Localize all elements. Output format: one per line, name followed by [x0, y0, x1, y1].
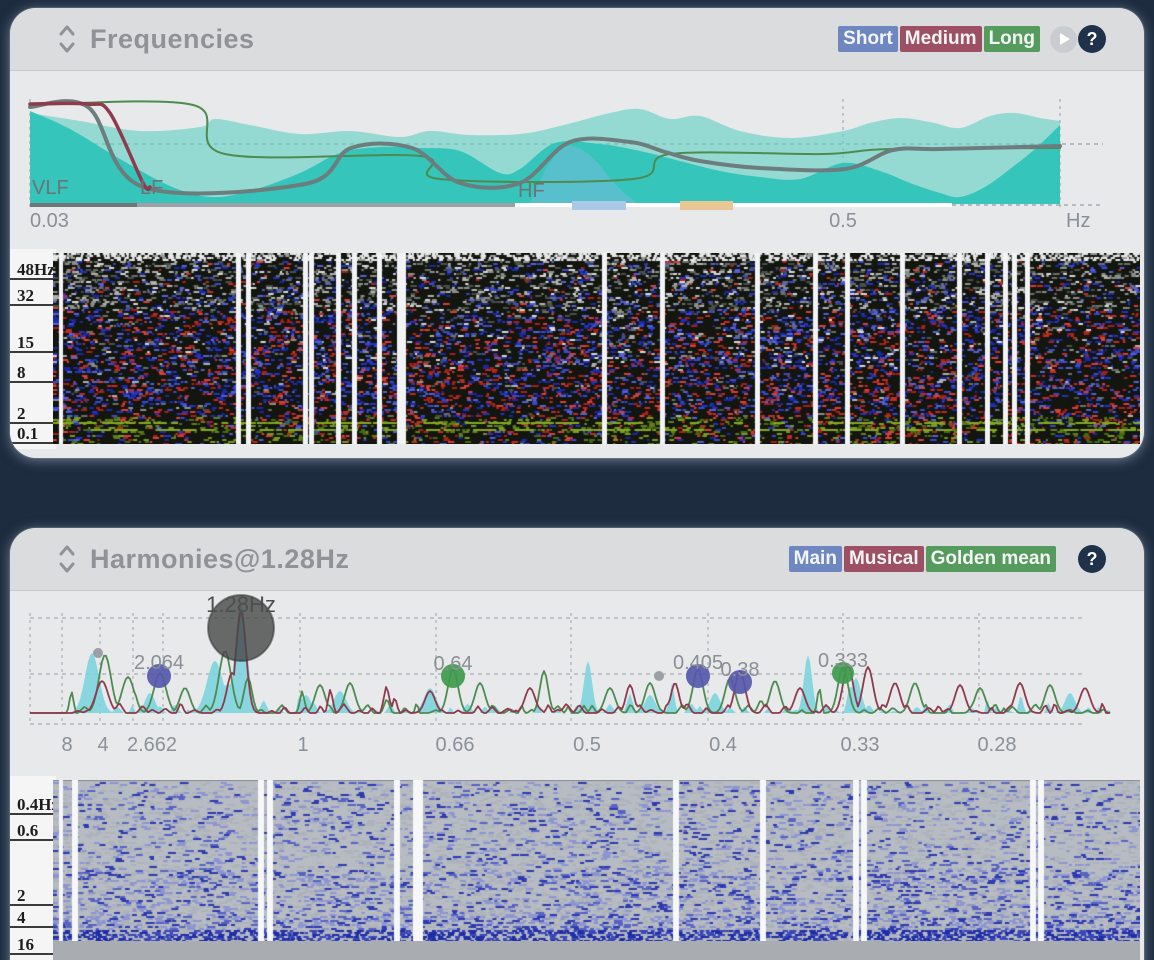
band-bar[interactable] [30, 203, 137, 207]
spec-ytick-2: 2 [10, 886, 54, 906]
band-bar[interactable] [137, 203, 515, 207]
help-button-harmonies[interactable]: ? [1078, 545, 1106, 573]
band-bar[interactable] [680, 201, 733, 210]
spec-ytick-0.6: 0.6 [10, 821, 54, 841]
freq-xtick-label: Hz [1066, 210, 1090, 232]
harmonic-label: 0.405 [673, 652, 723, 674]
harm-xtick-label: 0.4 [709, 734, 737, 756]
harmonies-title: Harmonies@1.28Hz [90, 544, 349, 575]
harm-xtick-label: 1 [297, 734, 308, 756]
spec-ytick-4: 4 [10, 908, 54, 928]
harmonies-body: 2.0640.640.4050.380.3331.28Hz842.66210.6… [10, 591, 1144, 960]
screen: Frequencies Short Medium Long ? VLF LF HF 0… [0, 0, 1154, 960]
spec-ytick-16: 16 [10, 935, 54, 955]
frequencies-header: Frequencies Short Medium Long ? [10, 8, 1144, 71]
harm-xtick-label: 0.33 [841, 734, 880, 756]
spectrogram-footer-strip [53, 941, 1140, 960]
harm-xtick-label: 0.5 [573, 734, 601, 756]
frequencies-title: Frequencies [90, 24, 255, 55]
golden-green-line [30, 652, 1110, 713]
collapse-expand-icon[interactable] [56, 21, 78, 57]
harm-xtick-label: 4 [97, 734, 108, 756]
freq-xtick-label: 0.5 [829, 210, 857, 232]
harm-xtick-label: 0.66 [436, 734, 475, 756]
minor-peak-dot[interactable] [93, 648, 103, 658]
band-label-vlf: VLF [32, 177, 69, 199]
help-button-frequencies[interactable]: ? [1078, 25, 1106, 53]
spec-ytick-32: 32 [10, 286, 54, 306]
freq-xtick-label: 0.03 [30, 210, 69, 232]
collapse-expand-icon[interactable] [56, 541, 78, 577]
selected-harmonic-label: 1.28Hz [206, 592, 276, 617]
harm-xtick-label: 0.28 [978, 734, 1017, 756]
harm-xtick-label: 8 [61, 734, 72, 756]
spec-ytick-0.4hz: 0.4Hz [10, 795, 54, 815]
frequencies-spectrogram[interactable] [53, 253, 1140, 444]
band-label-hf: HF [518, 180, 545, 202]
band-label-lf: LF [140, 177, 163, 199]
frequencies-body: VLF LF HF 0.03 0.5 Hz 48Hz 32 15 8 20.1 [10, 71, 1144, 458]
frequencies-spectrogram-axis: 48Hz 32 15 8 20.1 [10, 249, 56, 449]
spec-ytick-0.1: 0.1 [10, 424, 54, 444]
legend-badge-short[interactable]: Short [838, 26, 898, 52]
frequencies-chart[interactable]: VLF LF HF 0.03 0.5 Hz [10, 71, 1144, 249]
harm-xtick-label: 2.662 [127, 734, 177, 756]
spec-ytick-15: 15 [10, 333, 54, 353]
harmonies-spectrogram-axis: 0.4Hz 0.6 24 16 [10, 776, 56, 960]
frequencies-legend: Short Medium Long ? [836, 8, 1106, 70]
spec-ytick-2: 2 [10, 404, 54, 424]
minor-peak-dot[interactable] [654, 671, 664, 681]
legend-badge-main[interactable]: Main [789, 546, 842, 572]
legend-badge-long[interactable]: Long [984, 26, 1040, 52]
harmonies-panel: Harmonies@1.28Hz Main Musical Golden mea… [10, 528, 1144, 960]
frequencies-panel: Frequencies Short Medium Long ? VLF LF HF 0… [10, 8, 1144, 458]
harmonic-label: 0.333 [818, 650, 868, 672]
harmonic-label: 2.064 [134, 652, 184, 674]
band-bar[interactable] [572, 201, 626, 210]
harmonies-header: Harmonies@1.28Hz Main Musical Golden mea… [10, 528, 1144, 591]
play-icon [1060, 33, 1070, 45]
legend-badge-golden-mean[interactable]: Golden mean [926, 546, 1056, 572]
harmonies-legend: Main Musical Golden mean ? [787, 528, 1106, 590]
harmonic-label: 0.38 [721, 659, 760, 681]
harmonic-label: 0.64 [434, 653, 473, 675]
play-button[interactable] [1050, 26, 1077, 53]
legend-badge-medium[interactable]: Medium [900, 26, 982, 52]
spec-ytick-48hz: 48Hz [10, 260, 54, 280]
musical-maroon-line [30, 613, 1110, 713]
legend-badge-musical[interactable]: Musical [844, 546, 924, 572]
spec-ytick-8: 8 [10, 363, 54, 383]
harmonies-chart[interactable]: 2.064 0.64 0.4050.38 0.333 1.28Hz 8 4 2.662 1 0.6… [10, 591, 1144, 769]
harmonies-spectrogram[interactable] [53, 780, 1140, 941]
